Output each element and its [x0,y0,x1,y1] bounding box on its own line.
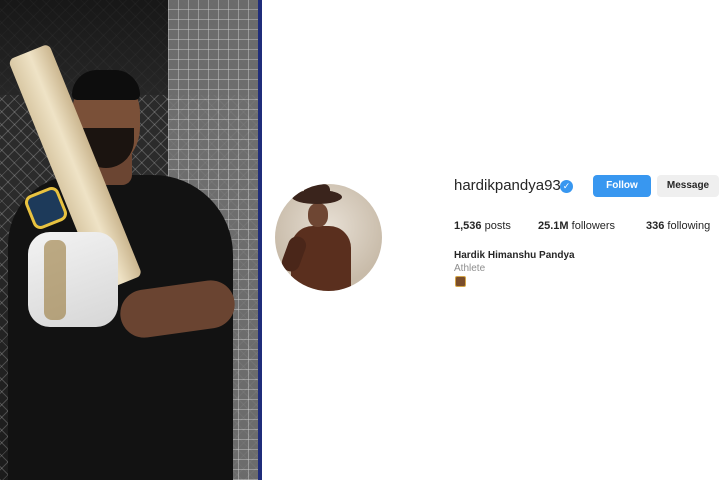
profile-full-name: Hardik Himanshu Pandya [454,250,575,261]
posts-label: posts [484,220,511,232]
following-label: following [667,220,711,232]
avatar-hat-brim [292,190,342,204]
followers-label: followers [571,220,616,232]
panel-divider [258,0,262,480]
cricketer-photo [0,0,258,480]
avatar-face [308,203,328,227]
posts-count: 1,536 [454,220,482,232]
glove-pad [44,240,66,320]
stat-following[interactable]: 336 following [646,220,710,232]
batting-glove [28,232,118,327]
profile-avatar[interactable] [275,184,382,291]
emoji-icon [455,276,466,287]
person-hair [72,70,140,100]
stat-followers[interactable]: 25.1M followers [538,220,615,232]
profile-username: hardikpandya93 [454,177,561,194]
follow-button[interactable]: Follow [593,175,651,197]
following-count: 336 [646,220,665,232]
followers-count: 25.1M [538,220,569,232]
verified-badge-icon: ✓ [560,180,573,193]
profile-category: Athlete [454,263,486,274]
stat-posts[interactable]: 1,536 posts [454,220,511,232]
message-button[interactable]: Message [657,175,719,197]
